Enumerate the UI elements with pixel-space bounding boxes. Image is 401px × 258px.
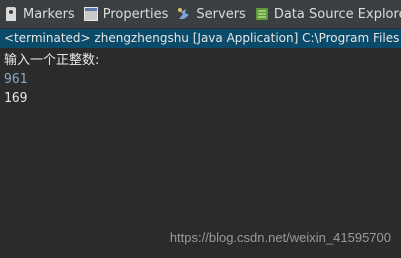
servers-icon: [177, 7, 191, 21]
tab-properties[interactable]: Properties: [80, 0, 174, 28]
markers-icon: [4, 7, 18, 21]
console-result-line: 169: [4, 91, 28, 106]
tab-data-source-explorer[interactable]: Data Source Explorer: [251, 0, 401, 28]
tab-markers-label: Markers: [23, 6, 75, 22]
tab-servers[interactable]: Servers: [173, 0, 250, 28]
console-output-area[interactable]: 输入一个正整数: 961 169: [0, 48, 401, 258]
tab-markers[interactable]: Markers: [0, 0, 80, 28]
tab-servers-label: Servers: [196, 6, 246, 22]
console-prompt-line: 输入一个正整数:: [4, 53, 100, 68]
data-source-explorer-icon: [255, 7, 269, 21]
watermark-text: https://blog.csdn.net/weixin_41595700: [169, 230, 391, 245]
tab-properties-label: Properties: [102, 6, 169, 22]
console-status-header: <terminated> zhengzhengshu [Java Applica…: [0, 29, 401, 48]
properties-icon: [83, 7, 98, 21]
view-tab-bar: Markers Properties Servers Data Source E…: [0, 0, 401, 29]
tab-data-source-explorer-label: Data Source Explorer: [273, 6, 401, 22]
console-user-input-line: 961: [4, 72, 28, 87]
